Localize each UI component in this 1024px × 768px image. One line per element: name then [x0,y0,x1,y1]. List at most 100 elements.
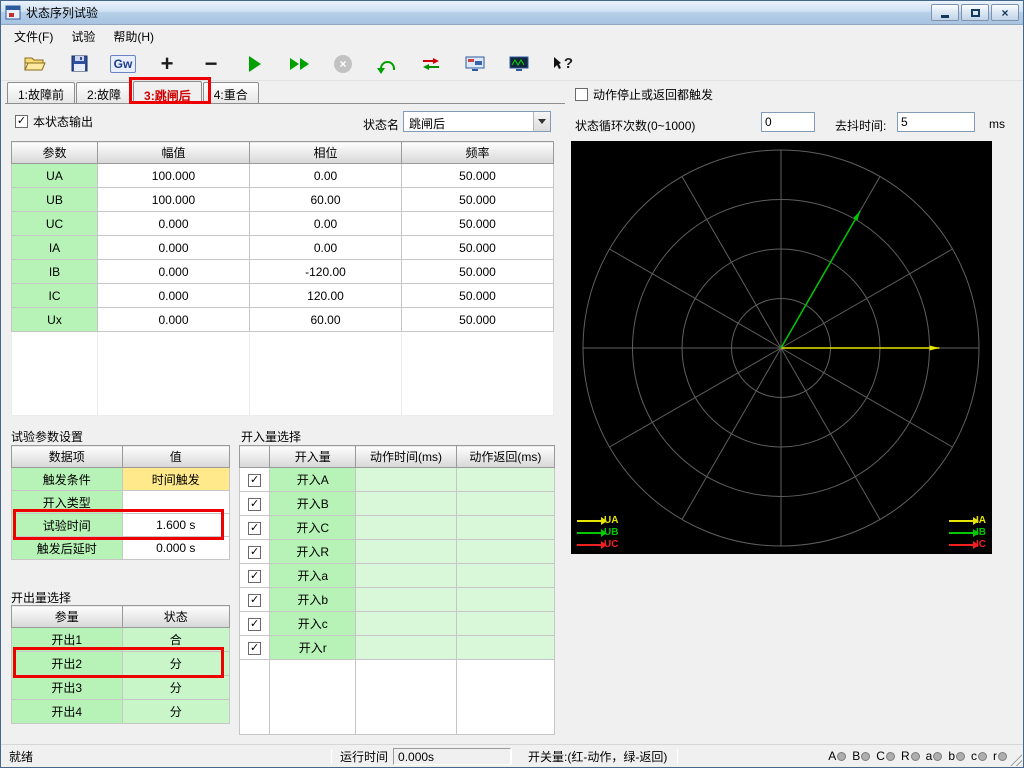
amplitude-cell[interactable]: 0.000 [97,307,250,332]
frequency-cell[interactable]: 50.000 [401,211,554,236]
row-checkbox[interactable]: ✓ [248,498,262,511]
action-return-cell [455,611,556,636]
amplitude-cell[interactable]: 0.000 [97,211,250,236]
open-button[interactable] [13,50,57,78]
output-state-cell[interactable]: 合 [121,627,230,652]
legend-item: UC [577,539,618,550]
frequency-cell[interactable]: 50.000 [401,187,554,212]
col-header-input: 开入量 [269,445,357,468]
debounce-input[interactable] [897,112,975,132]
trigger-on-both-checkbox[interactable]: ✓ 动作停止或返回都触发 [575,86,713,103]
menu-item[interactable]: 帮助(H) [104,25,163,48]
row-checkbox[interactable]: ✓ [248,546,262,559]
save-button[interactable] [57,50,101,78]
phase-cell[interactable]: 60.00 [249,307,402,332]
row-checkbox[interactable]: ✓ [248,594,262,607]
input-checkbox-cell[interactable]: ✓ [238,635,271,660]
input-checkbox-cell[interactable]: ✓ [238,515,271,540]
display-settings-button[interactable] [453,50,497,78]
state-output-checkbox[interactable]: ✓ 本状态输出 [15,113,93,130]
run-continuous-button[interactable] [277,50,321,78]
output-state-cell[interactable]: 分 [121,675,230,700]
phase-cell[interactable]: 120.00 [249,283,402,308]
col-header-output-state: 状态 [121,605,230,628]
value-cell[interactable] [121,490,230,514]
output-state-cell[interactable]: 分 [121,699,230,724]
waveform-display-button[interactable] [497,50,541,78]
input-checkbox-cell[interactable]: ✓ [238,491,271,516]
status-ready-text: 就绪 [9,749,34,764]
input-checkbox-cell[interactable]: ✓ [238,587,271,612]
value-cell[interactable]: 1.600 s [121,513,230,537]
row-checkbox[interactable]: ✓ [248,618,262,631]
menu-item[interactable]: 试验 [62,25,104,48]
param-name-cell: Ux [11,307,98,332]
col-header-data-item: 数据项 [11,445,123,468]
value-cell[interactable]: 时间触发 [121,467,230,491]
context-help-icon: ? [553,55,573,72]
play-icon [249,55,261,72]
switch-indicator: B [852,749,871,763]
frequency-cell[interactable]: 50.000 [401,307,554,332]
frequency-cell[interactable]: 50.000 [401,259,554,284]
state-name-label: 状态名 [363,118,400,132]
amplitude-cell[interactable]: 100.000 [97,163,250,188]
row-checkbox[interactable]: ✓ [248,570,262,583]
output-state-cell[interactable]: 分 [121,651,230,676]
phase-cell[interactable]: 60.00 [249,187,402,212]
menu-item[interactable]: 文件(F) [5,25,62,48]
input-row: ✓ 开入b [238,587,556,612]
state-tab[interactable]: 1:故障前 [7,82,76,103]
chevron-down-icon[interactable] [533,112,550,131]
help-button[interactable]: ? [541,50,585,78]
waveform-settings-button[interactable]: Gw [101,50,145,78]
row-checkbox[interactable]: ✓ [248,642,262,655]
phase-cell[interactable]: -120.00 [249,259,402,284]
output-row: 开出3 分 [11,675,230,700]
check-icon: ✓ [16,115,27,127]
stop-button[interactable]: × [321,50,365,78]
row-checkbox[interactable]: ✓ [248,522,262,535]
input-checkbox-cell[interactable]: ✓ [238,563,271,588]
frequency-cell[interactable]: 50.000 [401,283,554,308]
run-button[interactable] [233,50,277,78]
action-time-cell [355,491,457,516]
undo-button[interactable] [365,50,409,78]
frequency-cell[interactable]: 50.000 [401,163,554,188]
adjust-button[interactable] [409,50,453,78]
phasor-grid [582,149,980,547]
input-checkbox-cell[interactable]: ✓ [238,611,271,636]
frequency-cell[interactable]: 50.000 [401,235,554,260]
check-icon: ✓ [249,474,260,486]
table-header-row: 参量 状态 [11,605,230,628]
input-row: ✓ 开入a [238,563,556,588]
remove-button[interactable]: − [189,50,233,78]
amplitude-cell[interactable]: 0.000 [97,235,250,260]
row-checkbox[interactable]: ✓ [248,474,262,487]
maximize-button[interactable] [961,4,989,21]
param-name-cell: IB [11,259,98,284]
state-name-select[interactable]: 跳闸后 [403,111,551,132]
phase-cell[interactable]: 0.00 [249,211,402,236]
col-header-output-param: 参量 [11,605,123,628]
input-name-cell: 开入B [269,491,357,516]
phase-cell[interactable]: 0.00 [249,163,402,188]
input-checkbox-cell[interactable]: ✓ [238,539,271,564]
amplitude-cell[interactable]: 0.000 [97,259,250,284]
check-icon: ✓ [249,594,260,606]
minimize-button[interactable] [931,4,959,21]
phase-cell[interactable]: 0.00 [249,235,402,260]
action-return-cell [455,539,556,564]
input-checkbox-cell[interactable]: ✓ [238,467,271,492]
state-tab[interactable]: 3:跳闸后 [133,81,202,104]
close-button[interactable]: × [991,4,1019,21]
add-button[interactable]: + [145,50,189,78]
value-cell[interactable]: 0.000 s [121,536,230,560]
amplitude-cell[interactable]: 0.000 [97,283,250,308]
loop-count-input[interactable] [761,112,815,132]
output-row: 开出1 合 [11,627,230,652]
state-tab[interactable]: 4:重合 [202,82,259,103]
resize-grip[interactable] [1009,753,1022,766]
amplitude-cell[interactable]: 100.000 [97,187,250,212]
state-tab[interactable]: 2:故障 [76,82,133,103]
